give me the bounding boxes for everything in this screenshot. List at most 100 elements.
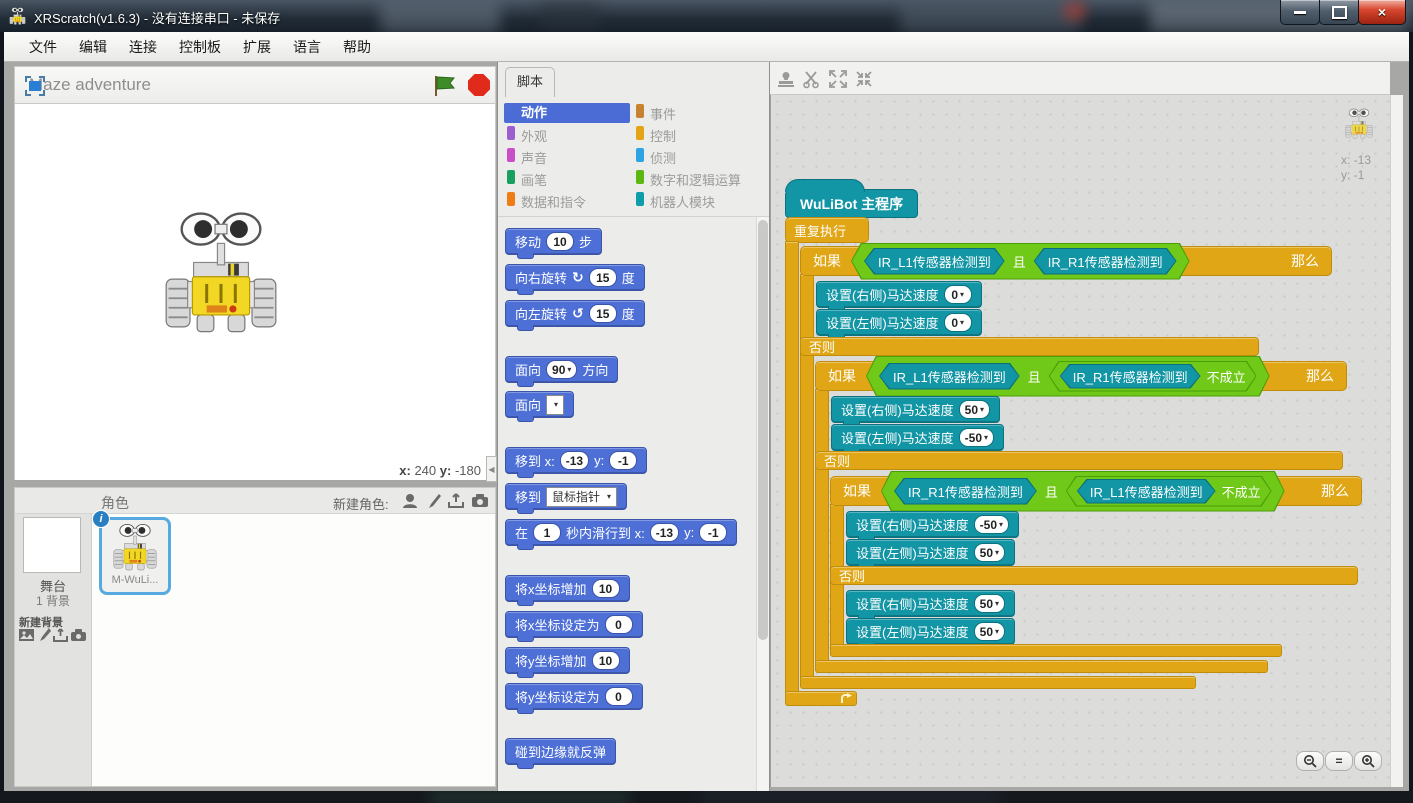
- sensor-ir-r1[interactable]: IR_R1传感器检测到: [894, 478, 1037, 505]
- menu-language[interactable]: 语言: [282, 32, 332, 62]
- towards-dropdown[interactable]: ▾: [546, 395, 564, 415]
- block-set-right-motor[interactable]: 设置(右侧)马达速度 50▾: [846, 590, 1015, 617]
- block-bounce-on-edge[interactable]: 碰到边缘就反弹: [505, 738, 616, 765]
- menu-help[interactable]: 帮助: [332, 32, 382, 62]
- sensor-ir-r1[interactable]: IR_R1传感器检测到: [1060, 364, 1201, 389]
- if3-header[interactable]: 如果 IR_R1传感器检测到 且 IR_L1传感器检测到 不成立 那么: [830, 476, 1362, 506]
- menu-board[interactable]: 控制板: [168, 32, 232, 62]
- block-goto-xy[interactable]: 移到 x:-13 y:-1: [505, 447, 647, 474]
- block-move-steps[interactable]: 移动10步: [505, 228, 602, 255]
- forever-block-bottom[interactable]: [785, 691, 857, 706]
- if3-close-bar[interactable]: [830, 644, 1282, 657]
- sensor-ir-l1[interactable]: IR_L1传感器检测到: [864, 248, 1005, 275]
- green-flag-button[interactable]: [433, 75, 457, 97]
- sensor-ir-l1[interactable]: IR_L1传感器检测到: [879, 363, 1020, 390]
- forever-block-wall[interactable]: [785, 241, 799, 693]
- if1-header[interactable]: 如果 IR_L1传感器检测到 且 IR_R1传感器检测到 那么: [800, 246, 1332, 276]
- speed-dropdown[interactable]: 50▾: [974, 543, 1005, 562]
- y-input[interactable]: -1: [609, 451, 637, 470]
- paintbrush-icon[interactable]: [425, 492, 443, 510]
- seconds-input[interactable]: 1: [533, 523, 561, 542]
- category-data[interactable]: 数据和指令: [521, 192, 586, 211]
- degrees-input[interactable]: 15: [589, 268, 617, 287]
- category-operators[interactable]: 数字和逻辑运算: [650, 170, 741, 189]
- upload-icon[interactable]: [447, 492, 465, 510]
- close-button[interactable]: ×: [1358, 0, 1406, 25]
- sensor-ir-r1[interactable]: IR_R1传感器检测到: [1034, 248, 1177, 275]
- grow-sprite-icon[interactable]: [828, 69, 848, 89]
- category-motion[interactable]: 动作: [504, 103, 630, 123]
- hat-block-wulibot-main[interactable]: WuLiBot 主程序: [785, 189, 918, 218]
- block-set-right-motor[interactable]: 设置(右侧)马达速度 0▾: [816, 281, 982, 308]
- block-set-left-motor[interactable]: 设置(左侧)马达速度 50▾: [846, 618, 1015, 645]
- if1-close-bar[interactable]: [800, 676, 1196, 689]
- y-input[interactable]: 0: [605, 687, 633, 706]
- steps-input[interactable]: 10: [546, 232, 574, 251]
- not-operator[interactable]: IR_R1传感器检测到 不成立: [1049, 361, 1257, 392]
- backdrop-upload-icon[interactable]: [53, 628, 68, 642]
- block-turn-cw[interactable]: 向右旋转↻15度: [505, 264, 645, 291]
- category-sound[interactable]: 声音: [521, 148, 547, 167]
- x-input[interactable]: -13: [650, 523, 679, 542]
- sprite-info-badge[interactable]: i: [92, 510, 110, 528]
- block-change-x[interactable]: 将x坐标增加10: [505, 575, 630, 602]
- if2-header[interactable]: 如果 IR_L1传感器检测到 且 IR_R1传感器检测到 不成立 那么: [815, 361, 1347, 391]
- category-robot[interactable]: 机器人模块: [650, 192, 715, 211]
- speed-dropdown[interactable]: -50▾: [974, 515, 1009, 534]
- block-set-right-motor[interactable]: 设置(右侧)马达速度 -50▾: [846, 511, 1019, 538]
- if2-close-bar[interactable]: [815, 660, 1268, 673]
- palette-scrollbar-thumb[interactable]: [758, 220, 768, 640]
- and-operator[interactable]: IR_L1传感器检测到 且 IR_R1传感器检测到 不成立: [866, 356, 1270, 397]
- block-set-right-motor[interactable]: 设置(右侧)马达速度 50▾: [831, 396, 1000, 423]
- speed-dropdown[interactable]: 50▾: [974, 594, 1005, 613]
- block-turn-ccw[interactable]: 向左旋转↺15度: [505, 300, 645, 327]
- category-looks[interactable]: 外观: [521, 126, 547, 145]
- zoom-in-button[interactable]: [1354, 751, 1382, 771]
- backdrop-camera-icon[interactable]: [71, 628, 86, 642]
- forever-block-header[interactable]: 重复执行: [785, 217, 869, 243]
- y-input[interactable]: -1: [699, 523, 727, 542]
- degrees-input[interactable]: 15: [589, 304, 617, 323]
- zoom-reset-button[interactable]: =: [1325, 751, 1353, 771]
- block-set-left-motor[interactable]: 设置(左侧)马达速度 50▾: [846, 539, 1015, 566]
- scissors-icon[interactable]: [802, 69, 822, 89]
- category-pen[interactable]: 画笔: [521, 170, 547, 189]
- if2-else-bar[interactable]: 否则: [815, 451, 1343, 470]
- script-scrollbar-track[interactable]: [1390, 95, 1403, 787]
- block-point-towards[interactable]: 面向 ▾: [505, 391, 574, 418]
- new-sprite-library-icon[interactable]: [401, 492, 419, 510]
- category-control[interactable]: 控制: [650, 126, 676, 145]
- maximize-button[interactable]: [1319, 0, 1359, 25]
- dx-input[interactable]: 10: [592, 579, 620, 598]
- sensor-ir-l1[interactable]: IR_L1传感器检测到: [1077, 479, 1216, 504]
- sprite-tile-selected[interactable]: i M-WuLi...: [99, 517, 171, 595]
- backdrop-image-icon[interactable]: [19, 628, 34, 642]
- shrink-sprite-icon[interactable]: [854, 69, 874, 89]
- menu-connect[interactable]: 连接: [118, 32, 168, 62]
- block-change-y[interactable]: 将y坐标增加10: [505, 647, 630, 674]
- fullscreen-icon[interactable]: [25, 76, 45, 96]
- menu-extension[interactable]: 扩展: [232, 32, 282, 62]
- camera-icon[interactable]: [471, 492, 489, 510]
- block-set-left-motor[interactable]: 设置(左侧)马达速度 -50▾: [831, 424, 1004, 451]
- x-input[interactable]: 0: [605, 615, 633, 634]
- backdrop-paintbrush-icon[interactable]: [37, 628, 51, 642]
- direction-dropdown[interactable]: 90▾: [546, 360, 577, 379]
- block-goto-mouse[interactable]: 移到 鼠标指针▾: [505, 483, 627, 510]
- speed-dropdown[interactable]: -50▾: [959, 428, 994, 447]
- stage-thumbnail[interactable]: [23, 517, 81, 573]
- palette-scrollbar-track[interactable]: [756, 217, 769, 791]
- speed-dropdown[interactable]: 50▾: [974, 622, 1005, 641]
- block-set-x[interactable]: 将x坐标设定为0: [505, 611, 643, 638]
- if1-wall[interactable]: [800, 274, 814, 678]
- speed-dropdown[interactable]: 0▾: [944, 285, 972, 304]
- menu-edit[interactable]: 编辑: [68, 32, 118, 62]
- goto-target-dropdown[interactable]: 鼠标指针▾: [546, 487, 617, 507]
- category-sensing[interactable]: 侦测: [650, 148, 676, 167]
- block-glide[interactable]: 在1 秒内滑行到 x:-13 y:-1: [505, 519, 737, 546]
- block-point-direction[interactable]: 面向 90▾ 方向: [505, 356, 618, 383]
- dy-input[interactable]: 10: [592, 651, 620, 670]
- if2-wall[interactable]: [815, 389, 829, 662]
- stamp-icon[interactable]: [776, 69, 796, 89]
- block-set-left-motor[interactable]: 设置(左侧)马达速度 0▾: [816, 309, 982, 336]
